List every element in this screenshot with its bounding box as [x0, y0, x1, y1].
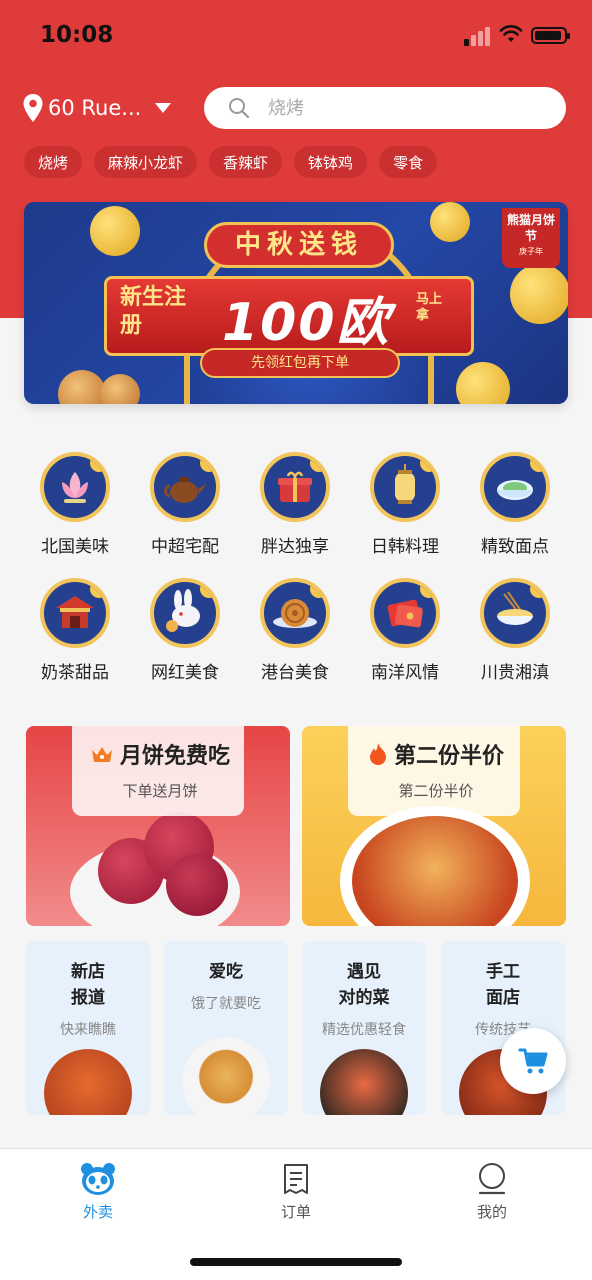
category-item[interactable]: 中超宅配 [130, 452, 240, 557]
pavilion-icon [56, 596, 94, 628]
promo-title: 月饼免费吃 [119, 744, 230, 769]
quick-tag[interactable]: 钵钵鸡 [294, 146, 368, 178]
teapot-icon [164, 477, 206, 503]
receipt-icon [284, 1164, 308, 1194]
location-selector[interactable]: 60 Rue... [22, 90, 172, 126]
tab-label: 订单 [280, 1203, 311, 1221]
category-item[interactable]: 北国美味 [20, 452, 130, 557]
tab-takeout[interactable]: 外卖 [38, 1161, 158, 1222]
category-item[interactable]: 胖达独享 [240, 452, 350, 557]
coin-icon [510, 264, 568, 324]
category-item[interactable]: 港台美食 [240, 578, 350, 683]
tile-title: 手工 面店 [486, 962, 520, 1008]
search-icon [229, 98, 250, 119]
gift-box-icon [278, 471, 312, 502]
tab-label: 外卖 [82, 1203, 113, 1221]
feature-tile-right-dish[interactable]: 遇见 对的菜 精选优惠轻食 [302, 941, 426, 1115]
battery-icon [531, 27, 570, 44]
quick-tag[interactable]: 麻辣小龙虾 [94, 146, 198, 178]
banner-left-text: 新生注册 [120, 285, 187, 338]
category-label: 北国美味 [41, 537, 109, 557]
banner-headline: 中秋送钱 [204, 222, 394, 268]
dumpling-bowl-icon [497, 480, 533, 500]
lotus-icon [62, 472, 88, 503]
festival-badge: 熊猫月饼节 庚子年 [502, 208, 560, 268]
flame-icon [369, 743, 386, 765]
category-label: 中超宅配 [151, 537, 219, 557]
search-bar[interactable] [204, 87, 566, 129]
category-label: 胖达独享 [261, 537, 329, 557]
category-item[interactable]: 网红美食 [130, 578, 240, 683]
promo-card-mooncake[interactable]: 月饼免费吃 下单送月饼 [26, 726, 290, 926]
coin-icon [430, 202, 470, 242]
banner-amount: 100欧 [222, 293, 391, 353]
wifi-icon [499, 25, 523, 42]
location-text: 60 Rue... [48, 96, 142, 120]
rabbit-icon [166, 589, 200, 632]
tile-title: 新店 报道 [71, 962, 105, 1008]
mooncake-icon [273, 599, 317, 628]
cart-button[interactable] [500, 1028, 566, 1094]
festival-badge-year: 庚子年 [519, 247, 543, 256]
quick-tags: 烧烤 麻辣小龙虾 香辣虾 钵钵鸡 零食 [24, 146, 449, 178]
tab-profile[interactable]: 我的 [432, 1161, 552, 1222]
mooncake-icon [58, 370, 106, 404]
status-bar: 10:08 [0, 0, 592, 72]
quick-tag[interactable]: 零食 [379, 146, 438, 178]
crab-image [44, 1049, 132, 1115]
promo-title: 第二份半价 [393, 744, 504, 769]
lantern-icon [395, 464, 415, 504]
coin-icon [90, 206, 140, 256]
category-item[interactable]: 精致面点 [460, 452, 570, 557]
mooncake-image [166, 854, 228, 916]
category-label: 港台美食 [261, 663, 329, 683]
festival-badge-title: 熊猫月饼节 [506, 213, 555, 243]
category-item[interactable]: 南洋风情 [350, 578, 460, 683]
tile-title: 爱吃 [209, 962, 243, 982]
status-time: 10:08 [40, 22, 114, 48]
salad-bowl-image [320, 1049, 408, 1115]
tile-subtitle: 精选优惠轻食 [322, 1022, 406, 1038]
chevron-down-icon [155, 103, 172, 113]
search-input[interactable] [268, 97, 508, 119]
mooncake-icon [100, 374, 140, 404]
cart-icon [518, 1048, 548, 1074]
tile-subtitle: 饿了就要吃 [191, 996, 261, 1012]
category-label: 川贵湘滇 [481, 663, 549, 683]
tab-label: 我的 [476, 1203, 507, 1221]
category-item[interactable]: 川贵湘滇 [460, 578, 570, 683]
category-label: 南洋风情 [371, 663, 439, 683]
category-label: 日韩料理 [371, 537, 439, 557]
quick-tag[interactable]: 烧烤 [24, 146, 83, 178]
promo-subtitle: 下单送月饼 [122, 782, 198, 800]
category-label: 网红美食 [151, 663, 219, 683]
tile-subtitle: 快来瞧瞧 [60, 1022, 116, 1038]
crown-icon [91, 747, 112, 762]
category-item[interactable]: 奶茶甜品 [20, 578, 130, 683]
tile-title: 遇见 对的菜 [338, 962, 390, 1008]
coin-icon [456, 362, 510, 404]
mooncake-image [182, 1037, 270, 1115]
category-label: 精致面点 [481, 537, 549, 557]
promo-card-half-price[interactable]: 第二份半价 第二份半价 [302, 726, 566, 926]
banner-side-text: 马上拿 [416, 292, 443, 323]
home-indicator [190, 1258, 402, 1266]
quick-tag[interactable]: 香辣虾 [209, 146, 283, 178]
noodle-bowl-icon [497, 591, 533, 625]
red-envelope-icon [387, 599, 423, 628]
category-label: 奶茶甜品 [41, 663, 109, 683]
promo-banner[interactable]: 中秋送钱 新生注册 100欧 马上拿 先领红包再下单 熊猫月饼节 庚子年 [24, 202, 568, 404]
panda-icon [81, 1163, 115, 1195]
feature-tile-love-eat[interactable]: 爱吃 饿了就要吃 [164, 941, 288, 1115]
category-item[interactable]: 日韩料理 [350, 452, 460, 557]
promo-subtitle: 第二份半价 [398, 782, 474, 800]
tab-orders[interactable]: 订单 [236, 1161, 356, 1222]
banner-subtext: 先领红包再下单 [200, 348, 400, 378]
feature-tile-new-stores[interactable]: 新店 报道 快来瞧瞧 [26, 941, 150, 1115]
profile-icon [478, 1163, 506, 1195]
cellular-signal-icon [464, 26, 492, 46]
location-pin-icon [23, 94, 43, 122]
